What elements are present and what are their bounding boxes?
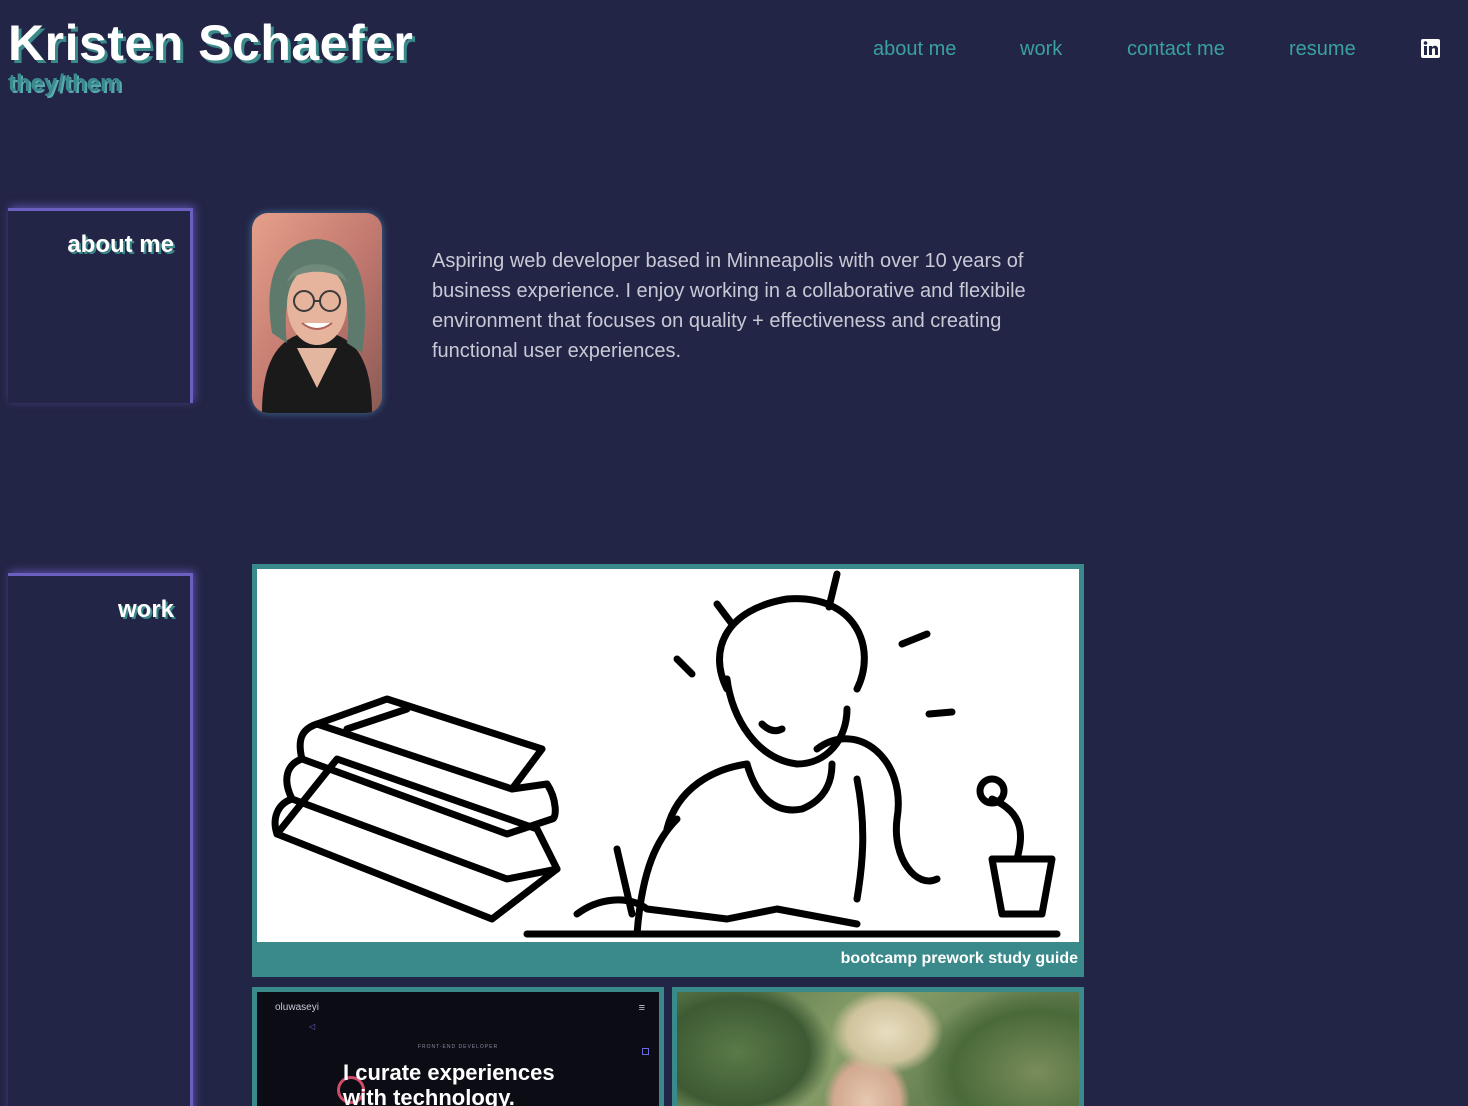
page: Kristen Schaefer they/them about me work…: [0, 0, 1468, 1106]
featured-project-card[interactable]: bootcamp prework study guide: [252, 564, 1084, 977]
nav-resume[interactable]: resume: [1289, 38, 1356, 61]
nav-work[interactable]: work: [1020, 38, 1062, 61]
pronouns: they/them: [8, 70, 122, 97]
portfolio-thumbnail: oluwaseyi ≡ ◁ FRONT-END DEVELOPER I cura…: [257, 992, 659, 1106]
work-section-label: work: [8, 573, 193, 1106]
linkedin-icon[interactable]: [1420, 38, 1442, 60]
thumbnail-headline: I curate experiences with technology.: [343, 1060, 555, 1106]
about-heading: about me: [67, 231, 174, 258]
study-illustration: [257, 569, 1079, 942]
painting-thumbnail: [677, 992, 1079, 1106]
project-card-painting[interactable]: [672, 987, 1084, 1106]
work-heading: work: [117, 596, 174, 623]
featured-project-caption: bootcamp prework study guide: [840, 950, 1078, 967]
triangle-icon: ◁: [309, 1022, 316, 1031]
thumbnail-logo-text: oluwaseyi: [275, 1002, 319, 1013]
nav-contact-me[interactable]: contact me: [1127, 38, 1225, 61]
profile-photo: [252, 213, 382, 413]
main-nav: about me work contact me resume: [0, 38, 1468, 68]
square-icon: [642, 1048, 649, 1055]
thumbnail-subtitle: FRONT-END DEVELOPER: [417, 1044, 499, 1050]
about-section-label: about me: [8, 208, 193, 403]
about-text: Aspiring web developer based in Minneapo…: [432, 250, 1026, 362]
nav-about-me[interactable]: about me: [873, 38, 956, 61]
menu-icon: ≡: [638, 1002, 645, 1014]
project-card-portfolio[interactable]: oluwaseyi ≡ ◁ FRONT-END DEVELOPER I cura…: [252, 987, 664, 1106]
